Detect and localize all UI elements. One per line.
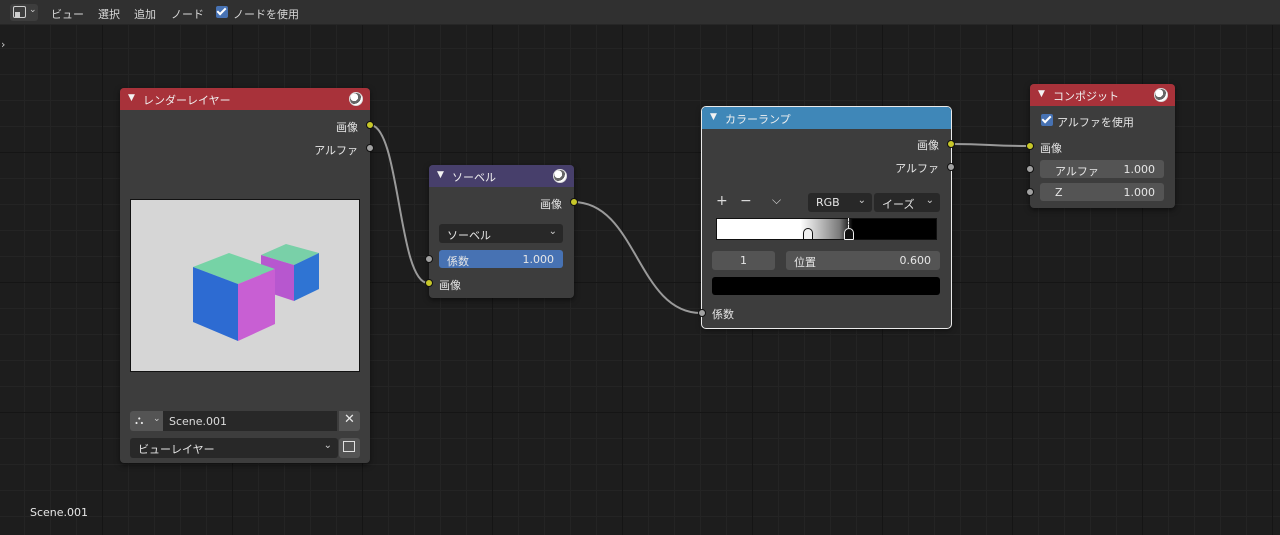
alpha-field[interactable]: アルファ 1.000 — [1040, 160, 1164, 178]
position-value: 0.600 — [899, 254, 932, 267]
color-mode-dropdown[interactable]: RGB ⌄ — [808, 193, 872, 212]
output-socket-alpha[interactable] — [947, 163, 955, 171]
render-preview-image — [130, 199, 360, 372]
input-socket-image[interactable] — [425, 279, 433, 287]
sobel-header[interactable]: ▼ ソーベル — [429, 165, 574, 187]
close-icon: ✕ — [344, 412, 355, 427]
node-title: ソーベル — [452, 171, 496, 184]
render-layers-header[interactable]: ▼ レンダーレイヤー — [120, 88, 370, 110]
stop-color-swatch[interactable] — [712, 277, 940, 295]
output-label-image: 画像 — [336, 121, 358, 134]
color-ramp-node[interactable]: ▼ カラーランプ 画像 アルファ + − ⌵ RGB ⌄ イーズ ⌄ 1 位置 … — [698, 106, 955, 329]
scene-name: Scene.001 — [169, 415, 228, 428]
output-socket-image[interactable] — [366, 121, 374, 129]
link-ramp-to-composite — [951, 143, 1029, 147]
output-label-image: 画像 — [917, 139, 939, 152]
scene-selector-button[interactable]: ⛬ ⌄ — [130, 411, 163, 431]
input-label-image: 画像 — [1040, 142, 1062, 155]
use-alpha-label: アルファを使用 — [1057, 116, 1134, 129]
output-socket-image[interactable] — [947, 140, 955, 148]
node-title: カラーランプ — [725, 113, 791, 126]
chevron-down-icon: ⌄ — [925, 195, 934, 206]
node-title: コンポジット — [1053, 90, 1119, 103]
input-socket-image[interactable] — [1026, 142, 1034, 150]
factor-value: 1.000 — [522, 253, 555, 266]
stop-position-field[interactable]: 位置 0.600 — [786, 251, 940, 270]
alpha-value: 1.000 — [1123, 163, 1156, 176]
color-ramp-header[interactable]: ▼ カラーランプ — [702, 107, 951, 129]
link-render-to-sobel — [369, 124, 429, 284]
ramp-stop-white[interactable] — [803, 228, 813, 240]
node-title: レンダーレイヤー — [143, 94, 231, 107]
output-label-image: 画像 — [540, 198, 562, 211]
active-stop-index-value: 1 — [740, 254, 747, 267]
input-socket-factor[interactable] — [698, 309, 706, 317]
input-label-image: 画像 — [439, 279, 461, 292]
output-socket-alpha[interactable] — [366, 144, 374, 152]
ramp-menu-button[interactable]: ⌵ — [772, 193, 781, 208]
factor-label: 係数 — [447, 255, 469, 268]
output-label-alpha: アルファ — [895, 162, 939, 175]
z-value: 1.000 — [1123, 186, 1156, 199]
input-socket-factor[interactable] — [425, 255, 433, 263]
position-label: 位置 — [794, 256, 816, 269]
active-stop-index[interactable]: 1 — [712, 251, 775, 270]
sobel-node[interactable]: ▼ ソーベル 画像 ソーベル ⌄ 係数 1.000 画像 — [425, 165, 578, 298]
composite-node[interactable]: ▼ コンポジット アルファを使用 画像 アルファ 1.000 Z 1.000 — [1026, 84, 1175, 208]
view-layer-value: ビューレイヤー — [138, 443, 215, 456]
filter-type-dropdown[interactable]: ソーベル ⌄ — [439, 224, 563, 243]
chevron-down-icon: ⌄ — [323, 440, 332, 451]
add-stop-button[interactable]: + — [716, 193, 728, 209]
cubes-preview — [193, 244, 319, 341]
z-label: Z — [1055, 186, 1063, 199]
remove-stop-button[interactable]: − — [740, 193, 752, 209]
input-socket-alpha[interactable] — [1026, 165, 1034, 173]
folder-icon — [343, 441, 355, 452]
alpha-label: アルファ — [1055, 165, 1099, 178]
active-stop-marker — [848, 218, 849, 228]
collapse-icon[interactable]: ▼ — [437, 170, 444, 180]
chevron-down-icon: ⌄ — [153, 414, 161, 424]
use-alpha-checkbox[interactable] — [1041, 114, 1053, 126]
scene-icon: ⛬ — [135, 413, 144, 427]
node-preview-icon[interactable] — [1154, 88, 1168, 102]
z-field[interactable]: Z 1.000 — [1040, 183, 1164, 201]
collapse-icon[interactable]: ▼ — [710, 112, 717, 122]
scene-name-overlay: Scene.001 — [30, 506, 89, 519]
ramp-stop-black-active[interactable] — [844, 228, 854, 240]
input-label-factor: 係数 — [712, 308, 734, 321]
input-socket-z[interactable] — [1026, 188, 1034, 196]
unlink-scene-button[interactable]: ✕ — [339, 411, 360, 431]
render-layers-node[interactable]: ▼ レンダーレイヤー 画像 アルファ ⛬ ⌄ Scene.001 ✕ ビューレイ… — [120, 88, 374, 463]
color-ramp-gradient[interactable] — [716, 218, 937, 240]
color-mode-value: RGB — [816, 196, 840, 209]
collapse-icon[interactable]: ▼ — [1038, 89, 1045, 99]
interpolation-dropdown[interactable]: イーズ ⌄ — [874, 193, 940, 212]
render-preview-icon[interactable] — [349, 92, 363, 106]
output-label-alpha: アルファ — [314, 144, 358, 157]
filter-type-value: ソーベル — [447, 229, 491, 242]
chevron-down-icon: ⌄ — [548, 226, 557, 237]
interpolation-value: イーズ — [882, 198, 915, 211]
scene-name-field[interactable]: Scene.001 — [163, 411, 337, 431]
link-sobel-to-ramp — [572, 201, 702, 314]
render-single-layer-button[interactable] — [339, 438, 360, 458]
view-layer-dropdown[interactable]: ビューレイヤー ⌄ — [130, 438, 338, 458]
factor-slider[interactable]: 係数 1.000 — [439, 250, 563, 268]
output-socket-image[interactable] — [570, 198, 578, 206]
collapse-icon[interactable]: ▼ — [128, 93, 135, 103]
node-preview-icon[interactable] — [553, 169, 567, 183]
chevron-down-icon: ⌄ — [857, 195, 866, 206]
composite-header[interactable]: ▼ コンポジット — [1030, 84, 1175, 106]
